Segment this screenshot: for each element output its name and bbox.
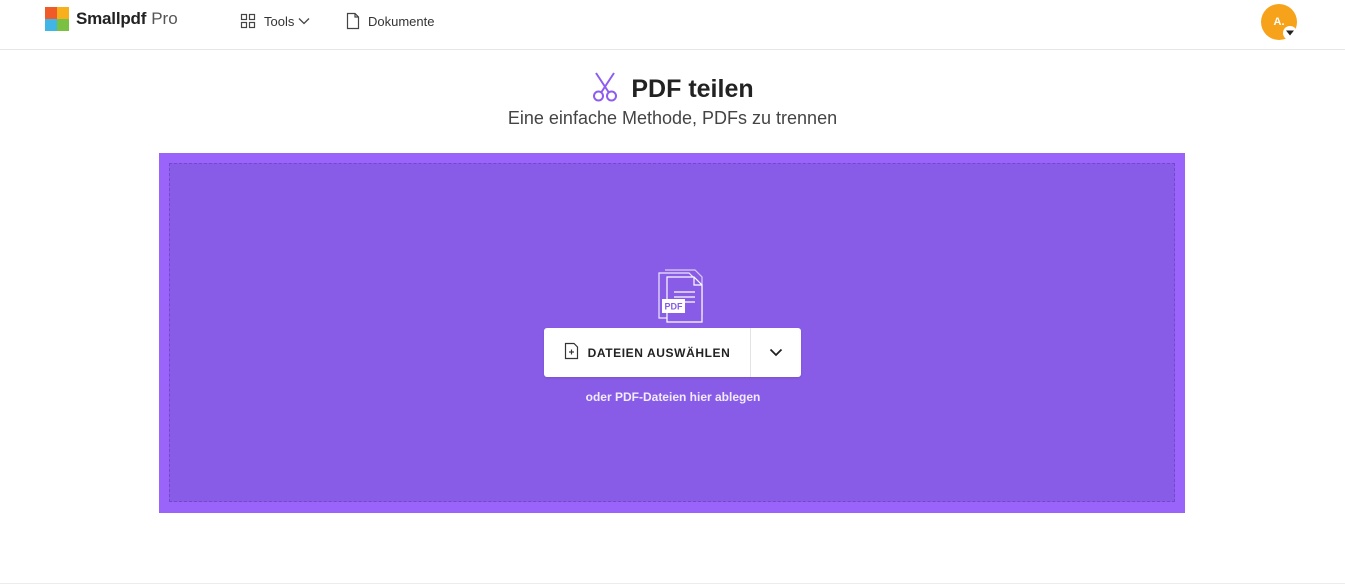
page-title: PDF teilen <box>631 75 754 103</box>
tools-menu[interactable]: Tools <box>240 10 310 32</box>
drop-hint-text: oder PDF-Dateien hier ablegen <box>585 390 761 404</box>
tools-label: Tools <box>264 13 295 29</box>
documents-link[interactable]: Dokumente <box>346 10 434 32</box>
user-initials: A. <box>1273 16 1285 28</box>
footer-divider <box>0 583 1345 584</box>
grid-icon <box>240 13 256 29</box>
top-navigation-bar: Smallpdf Pro Tools Dokumente A. <box>0 0 1345 50</box>
scissors-icon <box>591 72 619 107</box>
logo-mark-icon <box>45 7 69 31</box>
chevron-down-icon <box>298 17 310 25</box>
brand-name: Smallpdf <box>76 9 147 28</box>
choose-files-button-group: DATEIEN AUSWÄHLEN <box>544 328 801 377</box>
document-icon <box>346 12 360 30</box>
avatar-dropdown-caret-icon[interactable] <box>1283 26 1297 40</box>
page-subtitle: Eine einfache Methode, PDFs zu trennen <box>507 108 838 128</box>
add-file-icon <box>564 342 579 363</box>
choose-files-label: DATEIEN AUSWÄHLEN <box>587 345 731 360</box>
brand-tier: Pro <box>151 9 178 28</box>
file-dropzone[interactable]: PDF DATEIEN AUSWÄHLEN oder PDF-Dateien h… <box>159 153 1185 513</box>
chevron-down-icon <box>769 344 783 362</box>
pdf-files-illustration: PDF <box>656 268 710 329</box>
smallpdf-logo[interactable]: Smallpdf Pro <box>45 6 178 32</box>
dropzone-dashed-area[interactable]: PDF DATEIEN AUSWÄHLEN oder PDF-Dateien h… <box>169 163 1175 502</box>
pdf-badge-text: PDF <box>665 302 684 312</box>
choose-files-button[interactable]: DATEIEN AUSWÄHLEN <box>544 328 751 377</box>
documents-label: Dokumente <box>368 13 435 29</box>
tool-heading: PDF teilen <box>0 72 1345 107</box>
more-upload-options-button[interactable] <box>751 328 801 377</box>
